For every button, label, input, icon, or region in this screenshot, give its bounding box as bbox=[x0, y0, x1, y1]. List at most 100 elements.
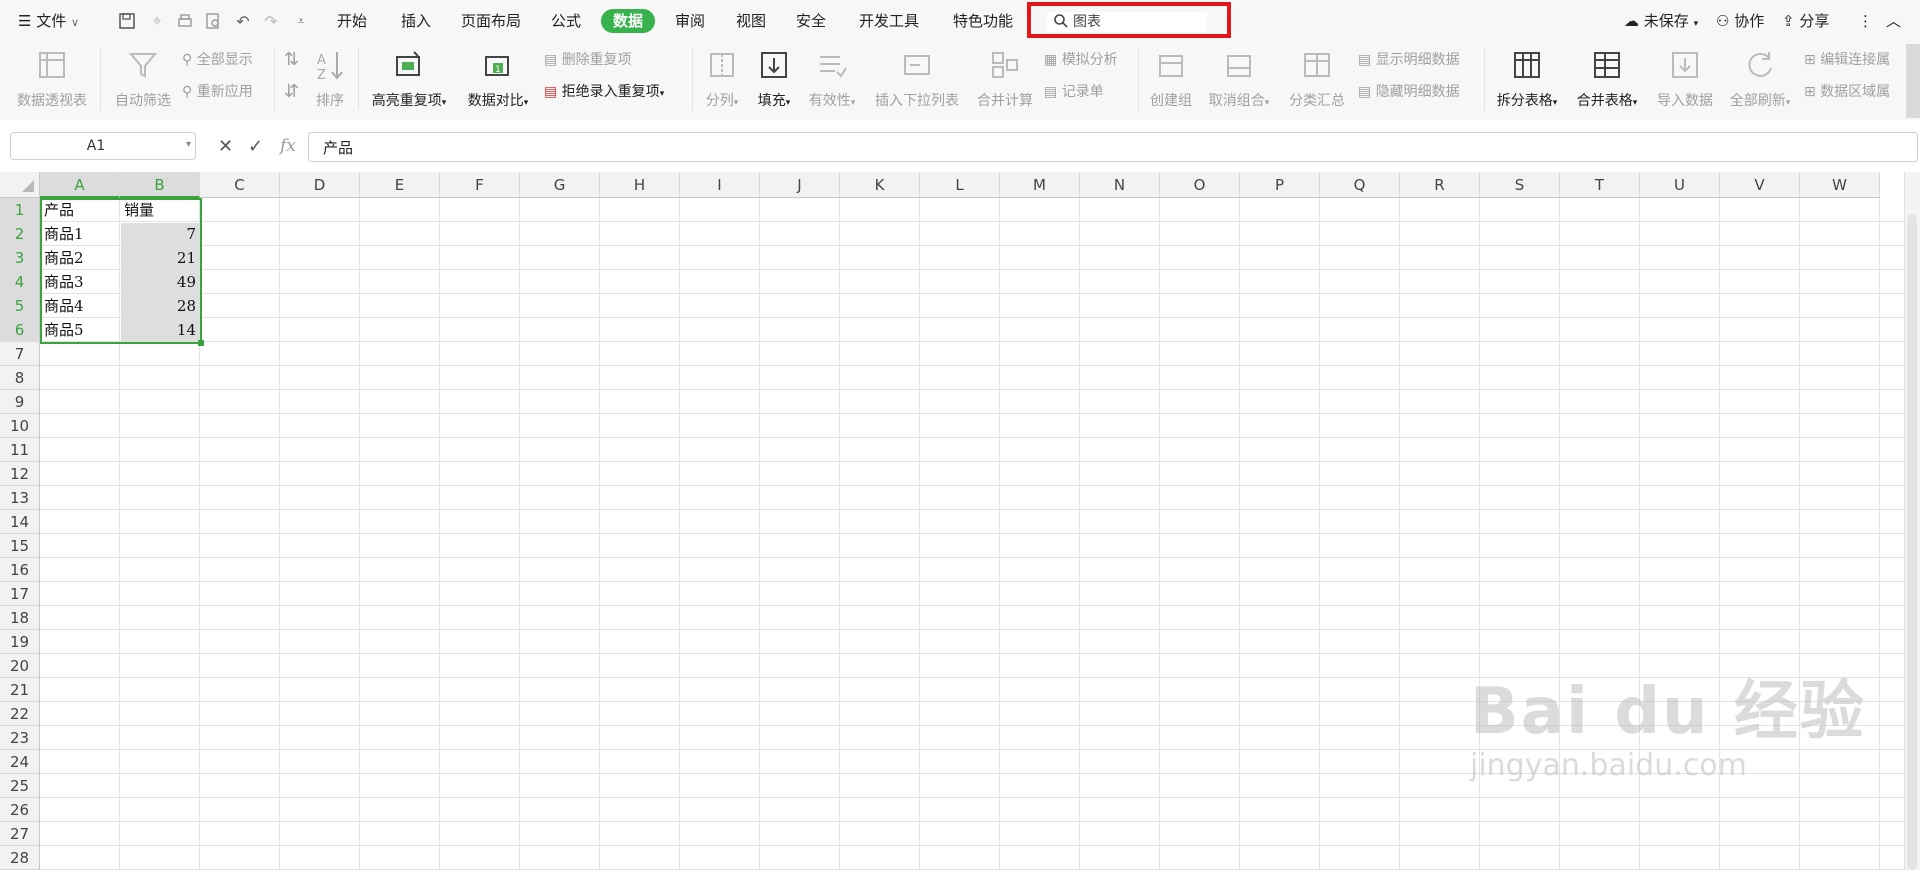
tab-insert[interactable]: 插入 bbox=[396, 9, 436, 33]
show-all-button[interactable]: ⚲ 全部显示 bbox=[182, 50, 253, 70]
row-header-20[interactable]: 20 bbox=[0, 654, 40, 678]
column-header-d[interactable]: D bbox=[280, 172, 360, 198]
column-header-c[interactable]: C bbox=[200, 172, 280, 198]
tab-home[interactable]: 开始 bbox=[332, 9, 372, 33]
row-header-10[interactable]: 10 bbox=[0, 414, 40, 438]
tab-formulas[interactable]: 公式 bbox=[548, 9, 584, 33]
column-header-a[interactable]: A bbox=[40, 172, 120, 198]
chevron-down-icon[interactable]: ▾ bbox=[186, 139, 191, 150]
fill-button[interactable]: 填充▾ bbox=[752, 48, 796, 110]
row-header-21[interactable]: 21 bbox=[0, 678, 40, 702]
share-button[interactable]: ⇪ 分享 bbox=[1782, 10, 1829, 32]
import-data-button[interactable]: 导入数据 bbox=[1652, 48, 1718, 110]
text-to-columns-button[interactable]: 分列▾ bbox=[700, 48, 744, 110]
consolidate-button[interactable]: 合并计算 bbox=[972, 48, 1038, 110]
column-header-j[interactable]: J bbox=[760, 172, 840, 198]
row-header-13[interactable]: 13 bbox=[0, 486, 40, 510]
confirm-icon[interactable]: ✓ bbox=[248, 136, 263, 157]
row-header-25[interactable]: 25 bbox=[0, 774, 40, 798]
column-header-m[interactable]: M bbox=[1000, 172, 1080, 198]
row-header-23[interactable]: 23 bbox=[0, 726, 40, 750]
column-header-i[interactable]: I bbox=[680, 172, 760, 198]
reapply-button[interactable]: ⚲ 重新应用 bbox=[182, 82, 253, 102]
tab-security[interactable]: 安全 bbox=[791, 9, 831, 33]
scrollbar-thumb[interactable] bbox=[1907, 214, 1917, 870]
undo-icon[interactable]: ↶ bbox=[232, 10, 254, 32]
column-header-u[interactable]: U bbox=[1640, 172, 1720, 198]
tab-view[interactable]: 视图 bbox=[731, 9, 771, 33]
column-header-p[interactable]: P bbox=[1240, 172, 1320, 198]
tab-data[interactable]: 数据 bbox=[601, 9, 655, 33]
search-input[interactable] bbox=[1047, 12, 1207, 32]
what-if-analysis-button[interactable]: ▦ 模拟分析 bbox=[1044, 50, 1118, 70]
refresh-all-button[interactable]: 全部刷新▾ bbox=[1724, 48, 1796, 110]
sort-descending-icon[interactable]: ⇵ bbox=[284, 82, 299, 102]
data-range-button[interactable]: ⊞ 数据区域属 bbox=[1804, 82, 1890, 102]
column-header-k[interactable]: K bbox=[840, 172, 920, 198]
column-header-h[interactable]: H bbox=[600, 172, 680, 198]
column-header-t[interactable]: T bbox=[1560, 172, 1640, 198]
sort-ascending-icon[interactable]: ⇅ bbox=[284, 50, 299, 70]
name-box[interactable]: A1 ▾ bbox=[10, 132, 196, 160]
row-header-16[interactable]: 16 bbox=[0, 558, 40, 582]
cancel-icon[interactable]: ✕ bbox=[218, 136, 233, 157]
row-header-11[interactable]: 11 bbox=[0, 438, 40, 462]
row-header-1[interactable]: 1 bbox=[0, 198, 40, 222]
subtotal-button[interactable]: 分类汇总 bbox=[1284, 48, 1350, 110]
column-header-e[interactable]: E bbox=[360, 172, 440, 198]
unsaved-status[interactable]: ☁ 未保存 ▾ bbox=[1624, 10, 1698, 32]
column-header-g[interactable]: G bbox=[520, 172, 600, 198]
validation-button[interactable]: 有效性▾ bbox=[804, 48, 860, 110]
row-header-24[interactable]: 24 bbox=[0, 750, 40, 774]
tab-page-layout[interactable]: 页面布局 bbox=[458, 9, 524, 33]
fill-handle[interactable] bbox=[198, 340, 204, 346]
select-all-corner[interactable] bbox=[0, 172, 40, 198]
sort-button[interactable]: AZ 排序 bbox=[310, 48, 350, 110]
edit-links-button[interactable]: ⊞ 编辑连接属 bbox=[1804, 50, 1890, 70]
merge-table-button[interactable]: 合并表格▾ bbox=[1572, 48, 1642, 110]
row-header-12[interactable]: 12 bbox=[0, 462, 40, 486]
insert-dropdown-list-button[interactable]: 插入下拉列表 bbox=[870, 48, 964, 110]
more-icon[interactable]: ⋮ bbox=[1858, 10, 1873, 32]
save-icon[interactable] bbox=[116, 10, 138, 32]
column-header-o[interactable]: O bbox=[1160, 172, 1240, 198]
pivot-table-button[interactable]: 数据透视表 bbox=[10, 48, 94, 110]
print-icon[interactable] bbox=[174, 10, 196, 32]
column-header-w[interactable]: W bbox=[1800, 172, 1880, 198]
column-header-q[interactable]: Q bbox=[1320, 172, 1400, 198]
tab-developer[interactable]: 开发工具 bbox=[856, 9, 922, 33]
column-header-f[interactable]: F bbox=[440, 172, 520, 198]
column-header-r[interactable]: R bbox=[1400, 172, 1480, 198]
column-header-v[interactable]: V bbox=[1720, 172, 1800, 198]
hide-detail-button[interactable]: ▤ 隐藏明细数据 bbox=[1358, 82, 1460, 102]
format-painter-icon[interactable]: ⌖ bbox=[146, 10, 168, 32]
collaborate-button[interactable]: ⚇ 协作 bbox=[1716, 10, 1764, 32]
autofilter-button[interactable]: 自动筛选 bbox=[108, 48, 178, 110]
column-header-l[interactable]: L bbox=[920, 172, 1000, 198]
highlight-duplicates-button[interactable]: 高亮重复项▾ bbox=[366, 48, 452, 110]
row-header-28[interactable]: 28 bbox=[0, 846, 40, 870]
file-menu[interactable]: ☰ 文件 ∨ bbox=[18, 10, 79, 32]
row-header-15[interactable]: 15 bbox=[0, 534, 40, 558]
split-table-button[interactable]: 拆分表格▾ bbox=[1492, 48, 1562, 110]
redo-icon[interactable]: ↷ bbox=[260, 10, 282, 32]
row-header-8[interactable]: 8 bbox=[0, 366, 40, 390]
search-box[interactable]: 图表 bbox=[1027, 2, 1231, 38]
show-detail-button[interactable]: ▤ 显示明细数据 bbox=[1358, 50, 1460, 70]
column-header-b[interactable]: B bbox=[120, 172, 200, 198]
data-compare-button[interactable]: 1 数据对比▾ bbox=[462, 48, 534, 110]
tab-review[interactable]: 审阅 bbox=[670, 9, 710, 33]
record-form-button[interactable]: ▤ 记录单 bbox=[1044, 82, 1104, 102]
formula-input[interactable]: 产品 bbox=[308, 132, 1918, 162]
row-header-14[interactable]: 14 bbox=[0, 510, 40, 534]
column-header-s[interactable]: S bbox=[1480, 172, 1560, 198]
row-header-26[interactable]: 26 bbox=[0, 798, 40, 822]
row-header-19[interactable]: 19 bbox=[0, 630, 40, 654]
row-header-18[interactable]: 18 bbox=[0, 606, 40, 630]
row-header-7[interactable]: 7 bbox=[0, 342, 40, 366]
collapse-ribbon-icon[interactable]: ︿ bbox=[1886, 10, 1901, 32]
ribbon-scroll-right[interactable] bbox=[1906, 44, 1920, 118]
ungroup-button[interactable]: 取消组合▾ bbox=[1204, 48, 1274, 110]
row-header-27[interactable]: 27 bbox=[0, 822, 40, 846]
column-header-n[interactable]: N bbox=[1080, 172, 1160, 198]
